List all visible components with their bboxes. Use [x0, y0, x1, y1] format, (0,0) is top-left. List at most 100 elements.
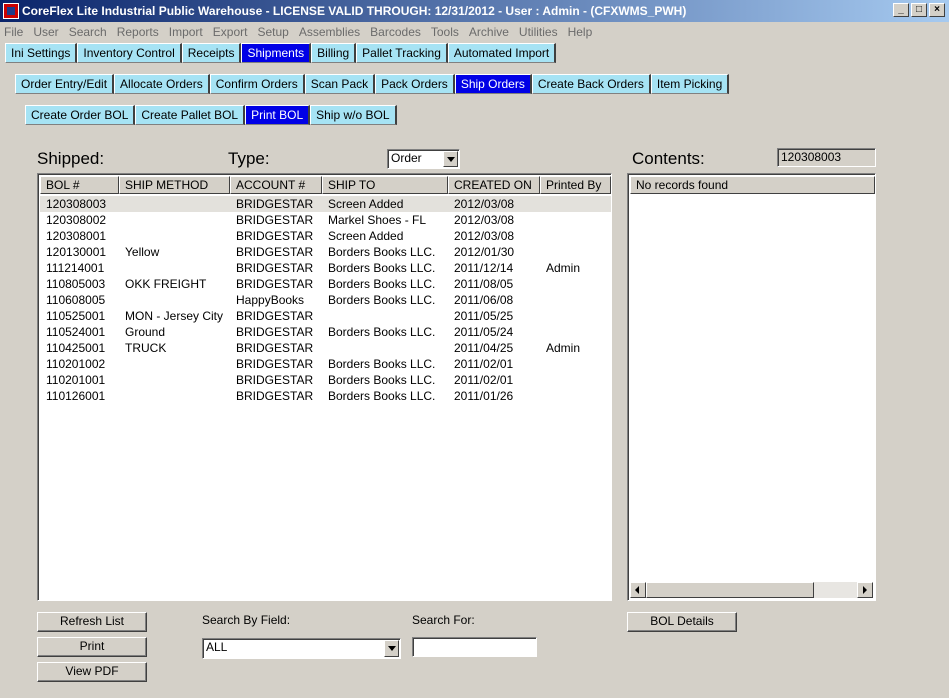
table-row[interactable]: 120308003 BRIDGESTAR Screen Added 2012/03/0… [40, 196, 611, 212]
menu-export[interactable]: Export [213, 25, 248, 39]
cell-printed-by [540, 372, 611, 388]
col-ship-method[interactable]: SHIP METHOD [119, 176, 230, 194]
app-icon[interactable] [3, 3, 19, 19]
table-row[interactable]: 110525001 MON - Jersey City BRIDGESTAR 2011… [40, 308, 611, 324]
tab-receipts[interactable]: Receipts [181, 43, 242, 63]
table-row[interactable]: 110201002 BRIDGESTAR Borders Books LLC. 201… [40, 356, 611, 372]
tab-item-picking[interactable]: Item Picking [650, 74, 730, 94]
shipped-grid[interactable]: BOL # SHIP METHOD ACCOUNT # SHIP TO CREA… [37, 173, 612, 601]
cell-bol: 111214001 [46, 261, 105, 275]
tab-order-entry[interactable]: Order Entry/Edit [15, 74, 115, 94]
cell-created-on: 2011/01/26 [454, 389, 514, 403]
type-select[interactable]: Order [387, 149, 460, 169]
search-by-field-label: Search By Field: [202, 613, 291, 627]
tab-automated-import[interactable]: Automated Import [447, 43, 557, 63]
menu-user[interactable]: User [33, 25, 58, 39]
cell-ship-method [119, 196, 230, 212]
close-button[interactable]: × [929, 3, 945, 17]
menu-archive[interactable]: Archive [469, 25, 509, 39]
menu-reports[interactable]: Reports [117, 25, 159, 39]
cell-bol: 120308002 [46, 213, 107, 227]
cell-ship-to: Borders Books LLC. [328, 357, 436, 371]
contents-label: Contents: [632, 149, 705, 168]
tab-confirm-orders[interactable]: Confirm Orders [209, 74, 305, 94]
tab-billing[interactable]: Billing [311, 43, 357, 63]
tab-create-pallet-bol[interactable]: Create Pallet BOL [135, 105, 246, 125]
cell-ship-method: TRUCK [125, 341, 167, 355]
table-row[interactable]: 110425001 TRUCK BRIDGESTAR 2011/04/25 Admin [40, 340, 611, 356]
cell-ship-to: Borders Books LLC. [328, 245, 436, 259]
cell-created-on: 2011/08/05 [454, 277, 514, 291]
cell-ship-to: Borders Books LLC. [328, 373, 436, 387]
tab-pack-orders[interactable]: Pack Orders [375, 74, 455, 94]
table-row[interactable]: 110201001 BRIDGESTAR Borders Books LLC. 201… [40, 372, 611, 388]
tab-create-order-bol[interactable]: Create Order BOL [25, 105, 136, 125]
cell-bol: 110608005 [46, 293, 106, 307]
cell-printed-by [540, 212, 611, 228]
menu-search[interactable]: Search [69, 25, 107, 39]
table-row[interactable]: 111214001 BRIDGESTAR Borders Books LLC. 201… [40, 260, 611, 276]
table-row[interactable]: 120130001 Yellow BRIDGESTAR Borders Books L… [40, 244, 611, 260]
tab-ini-settings[interactable]: Ini Settings [5, 43, 78, 63]
cell-account: BRIDGESTAR [236, 389, 314, 403]
tab-create-back-orders[interactable]: Create Back Orders [531, 74, 651, 94]
menu-tools[interactable]: Tools [431, 25, 459, 39]
cell-bol: 110524001 [46, 325, 106, 339]
cell-ship-method [119, 372, 230, 388]
tab-scan-pack[interactable]: Scan Pack [304, 74, 376, 94]
cell-bol: 110126001 [46, 389, 106, 403]
cell-ship-to: Borders Books LLC. [328, 261, 436, 275]
ship-tabs: Create Order BOL Create Pallet BOL Print… [25, 105, 397, 125]
menu-assemblies[interactable]: Assemblies [299, 25, 360, 39]
refresh-list-button[interactable]: Refresh List [37, 612, 147, 632]
cell-created-on: 2011/05/24 [454, 325, 514, 339]
cell-account: BRIDGESTAR [236, 373, 314, 387]
menu-setup[interactable]: Setup [257, 25, 288, 39]
tab-shipments[interactable]: Shipments [241, 43, 312, 63]
maximize-button[interactable]: □ [911, 3, 927, 17]
cell-ship-method [119, 212, 230, 228]
search-for-input[interactable] [412, 637, 537, 657]
table-row[interactable]: 120308002 BRIDGESTAR Markel Shoes - FL 2012… [40, 212, 611, 228]
col-account[interactable]: ACCOUNT # [230, 176, 322, 194]
table-row[interactable]: 110805003 OKK FREIGHT BRIDGESTAR Borders Bo… [40, 276, 611, 292]
scroll-thumb[interactable] [646, 582, 814, 598]
contents-grid[interactable]: No records found [627, 173, 876, 601]
menu-barcodes[interactable]: Barcodes [370, 25, 421, 39]
tab-allocate-orders[interactable]: Allocate Orders [114, 74, 210, 94]
menu-file[interactable]: File [4, 25, 23, 39]
tab-print-bol[interactable]: Print BOL [245, 105, 311, 125]
cell-created-on: 2011/05/25 [454, 309, 514, 323]
col-printed-by[interactable]: Printed By [540, 176, 611, 194]
table-row[interactable]: 120308001 BRIDGESTAR Screen Added 2012/03/0… [40, 228, 611, 244]
bol-details-button[interactable]: BOL Details [627, 612, 737, 632]
cell-ship-method [119, 292, 230, 308]
tab-inventory-control[interactable]: Inventory Control [77, 43, 182, 63]
menu-import[interactable]: Import [169, 25, 203, 39]
chevron-down-icon[interactable] [384, 640, 399, 657]
cell-ship-method: OKK FREIGHT [125, 277, 207, 291]
view-pdf-button[interactable]: View PDF [37, 662, 147, 682]
col-ship-to[interactable]: SHIP TO [322, 176, 448, 194]
tab-pallet-tracking[interactable]: Pallet Tracking [356, 43, 448, 63]
table-row[interactable]: 110608005 HappyBooks Borders Books LLC. 201… [40, 292, 611, 308]
chevron-down-icon[interactable] [443, 151, 458, 167]
cell-bol: 120308001 [46, 229, 107, 243]
tab-ship-without-bol[interactable]: Ship w/o BOL [310, 105, 397, 125]
contents-horizontal-scrollbar[interactable] [630, 582, 873, 598]
cell-ship-method [119, 356, 230, 372]
search-field-select[interactable]: ALL [202, 638, 401, 659]
col-bol[interactable]: BOL # [40, 176, 119, 194]
table-row[interactable]: 110524001 Ground BRIDGESTAR Borders Books L… [40, 324, 611, 340]
type-select-value: Order [391, 151, 422, 165]
menu-utilities[interactable]: Utilities [519, 25, 558, 39]
scroll-right-icon[interactable] [857, 582, 873, 598]
table-row[interactable]: 110126001 BRIDGESTAR Borders Books LLC. 201… [40, 388, 611, 404]
col-created-on[interactable]: CREATED ON [448, 176, 540, 194]
scroll-left-icon[interactable] [630, 582, 646, 598]
tab-ship-orders[interactable]: Ship Orders [454, 74, 532, 94]
print-button[interactable]: Print [37, 637, 147, 657]
cell-account: BRIDGESTAR [236, 213, 314, 227]
menu-help[interactable]: Help [568, 25, 593, 39]
minimize-button[interactable]: _ [893, 3, 909, 17]
